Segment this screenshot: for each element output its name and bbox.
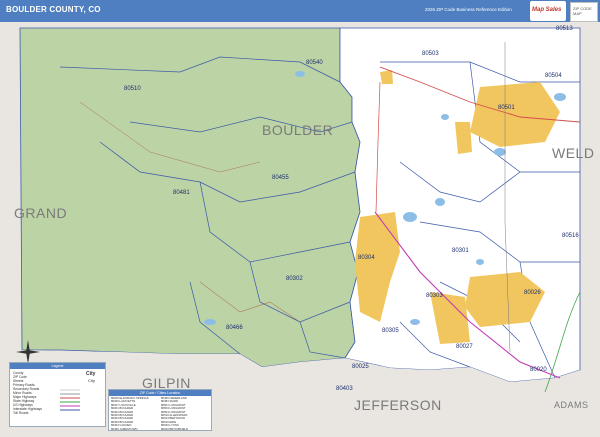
logo-text: Map Sales bbox=[532, 7, 562, 13]
county-label-weld: WELD bbox=[552, 145, 594, 161]
zip-label: 80540 bbox=[306, 60, 323, 66]
index-row: 80020 BROOMFIELD bbox=[161, 426, 189, 431]
zip-label: 80025 bbox=[352, 364, 369, 370]
index-row: 80455 JAMESTOWN bbox=[111, 426, 138, 431]
map-title: BOULDER COUNTY, CO bbox=[6, 5, 101, 14]
zip-label: 80516 bbox=[562, 233, 579, 239]
zip-label: 80501 bbox=[498, 105, 515, 111]
zip-label: 80027 bbox=[456, 344, 473, 350]
county-label-adams: ADAMS bbox=[554, 400, 589, 410]
zip-label: 80303 bbox=[426, 293, 443, 299]
legend-title: Legend bbox=[10, 363, 105, 369]
zip-label: 80510 bbox=[124, 86, 141, 92]
zip-label: 80504 bbox=[545, 73, 562, 79]
legend-city-label: City bbox=[88, 378, 95, 383]
zip-label: 80020 bbox=[530, 367, 547, 373]
zip-label: 80466 bbox=[226, 325, 243, 331]
zip-label: 80301 bbox=[452, 248, 469, 254]
legend-item: Toll Roads bbox=[13, 411, 29, 415]
title-bar: BOULDER COUNTY, CO 2026 ZIP Code Busines… bbox=[0, 0, 600, 22]
edition-label: 2026 ZIP Code Business Reference Edition bbox=[425, 7, 512, 12]
legend-city-label: City bbox=[86, 371, 96, 377]
zip-label: 80302 bbox=[286, 276, 303, 282]
lyons-urban bbox=[380, 70, 393, 84]
compass-rose-icon bbox=[16, 340, 40, 364]
zip-label: 80305 bbox=[382, 328, 399, 334]
zip-label: 80304 bbox=[358, 255, 375, 261]
zip-label: 80503 bbox=[422, 51, 439, 57]
longmont-urban bbox=[470, 82, 560, 147]
index-column: 80025 ELDORADO SPRINGS 80026 LAFAYETTE 8… bbox=[111, 396, 149, 431]
zip-index-table: ZIP Code / Cities Location 80025 ELDORAD… bbox=[108, 389, 212, 431]
map-frame: BOULDER COUNTY, CO 2026 ZIP Code Busines… bbox=[0, 0, 600, 437]
forest-area bbox=[19, 27, 361, 368]
county-label-boulder: BOULDER bbox=[262, 122, 333, 138]
zip-label: 80455 bbox=[272, 175, 289, 181]
county-label-jefferson: JEFFERSON bbox=[354, 397, 442, 413]
publisher-logo: Map Sales bbox=[530, 1, 566, 21]
zip-label: 80481 bbox=[173, 190, 190, 196]
zip-label: 80026 bbox=[524, 290, 541, 296]
index-column: 80466 NEDERLAND 80481 WARD 80501 LONGMON… bbox=[161, 396, 189, 431]
legend-swatches bbox=[60, 389, 80, 411]
zip-label: 80513 bbox=[556, 26, 573, 32]
county-label-grand: GRAND bbox=[14, 205, 67, 221]
badge-text: ZIP CODE MAP bbox=[573, 6, 592, 16]
map-legend: Legend County ZIP Code Streets Primary R… bbox=[9, 362, 106, 427]
zip-badge: ZIP CODE MAP bbox=[570, 2, 598, 22]
zip-label: 80403 bbox=[336, 386, 353, 392]
